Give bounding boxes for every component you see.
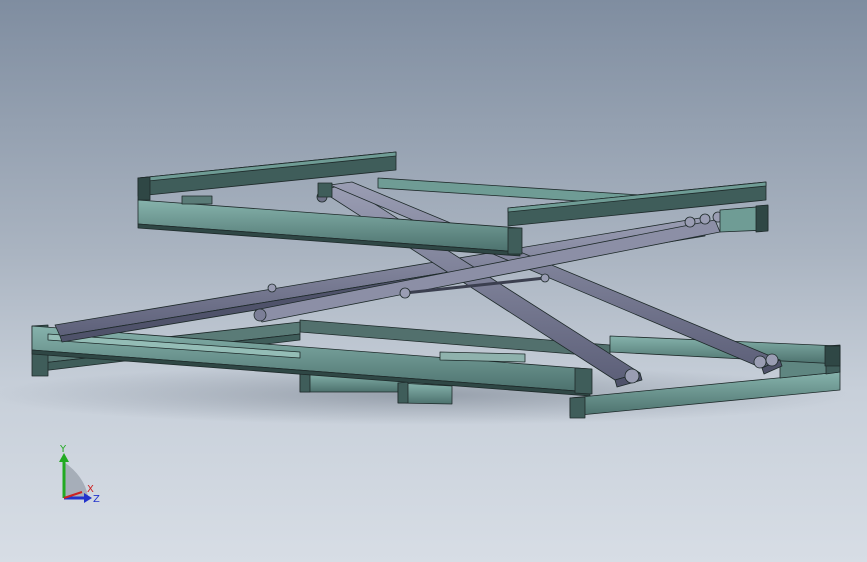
lower-front-end[interactable] [574,367,593,395]
top-back-bracket [181,195,213,205]
graphics-viewport[interactable]: Y X Z [0,0,867,562]
pivot-lower-left[interactable] [253,308,267,322]
triad-plane [64,462,88,498]
pivot-center-left[interactable] [399,287,411,299]
pivot-lower-right-2[interactable] [753,355,767,369]
orientation-triad[interactable]: Y X Z [40,440,120,510]
pivot-lower-right-1[interactable] [624,368,640,384]
pivot-center-right[interactable] [540,273,550,283]
top-front-rail[interactable] [137,199,521,253]
top-left-endcap[interactable] [137,176,151,201]
top-front-end[interactable] [507,227,523,255]
pivot-upper-right-1[interactable] [684,216,696,228]
scissor-lift-model[interactable] [0,0,867,562]
pivot-upper-right-2[interactable] [699,213,711,225]
triad-z-label: Z [93,494,100,505]
triad-y-label: Y [59,444,67,455]
top-left-bracket [317,182,333,198]
pivot-lower-right-3[interactable] [765,353,779,367]
lower-plate [439,351,526,363]
